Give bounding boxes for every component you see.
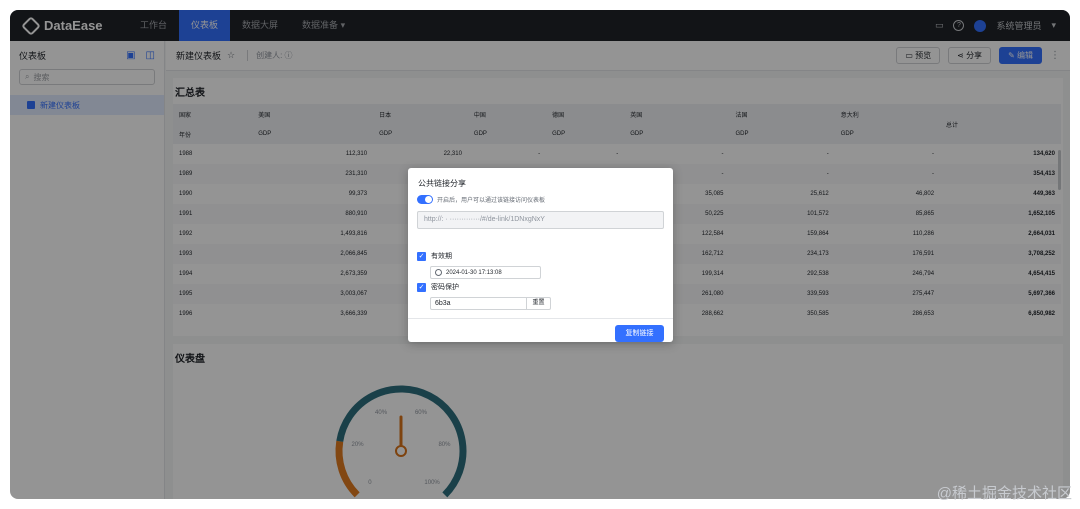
reset-password-button[interactable]: 重置 (527, 297, 551, 310)
toggle-description: 开启后，用户可以通过该链接访问仪表板 (437, 198, 546, 204)
dialog-divider (408, 318, 673, 319)
expiry-checkbox[interactable]: ✓ (417, 251, 426, 261)
share-link-field[interactable]: http://: · ·············/#/de-link/1DNxg… (417, 211, 664, 229)
app-window: DataEase 工作台 仪表板 数据大屏 数据准备 ▾ ▭ ? 系统管理员 ▾… (10, 10, 1070, 499)
password-checkbox[interactable]: ✓ (417, 282, 426, 292)
dialog-title: 公共链接分享 (418, 179, 466, 188)
password-label: 密码保护 (431, 284, 459, 291)
clock-icon (435, 269, 442, 276)
share-dialog: 公共链接分享 开启后，用户可以通过该链接访问仪表板 http://: · ···… (408, 168, 673, 342)
public-link-toggle[interactable] (417, 195, 433, 204)
expiry-datetime-picker[interactable]: 2024-01-30 17:13:08 (430, 266, 541, 279)
public-link-toggle-row: 开启后，用户可以通过该链接访问仪表板 (417, 195, 545, 204)
expiry-checkbox-row: ✓ 有效期 (417, 251, 452, 261)
expiry-value: 2024-01-30 17:13:08 (446, 269, 502, 276)
expiry-label: 有效期 (431, 253, 452, 260)
password-checkbox-row: ✓ 密码保护 (417, 282, 459, 292)
watermark: @稀土掘金技术社区 (936, 485, 1072, 502)
password-field[interactable]: 6b3a (430, 297, 527, 310)
copy-link-button[interactable]: 复制链接 (615, 325, 664, 342)
